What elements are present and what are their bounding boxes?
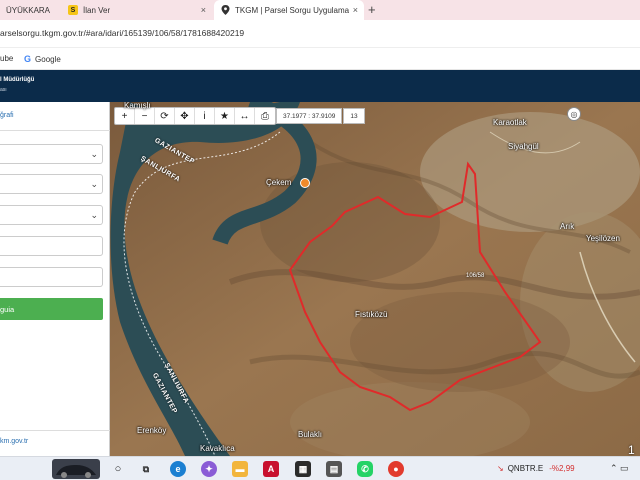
google-icon: G — [24, 54, 32, 64]
footer-link[interactable]: km.gov.tr — [0, 438, 28, 445]
bookmark-google[interactable]: G Google — [24, 54, 61, 64]
close-tab-icon[interactable]: × — [353, 5, 358, 15]
site-header: l Müdürlüğü ası — [0, 70, 640, 102]
bookmark-label: Google — [35, 54, 61, 64]
tab-label: İlan Ver — [83, 5, 111, 15]
system-tray[interactable]: ⌃ ▭ — [610, 463, 629, 474]
chevron-down-icon: ⌄ — [90, 179, 98, 189]
place-label: Arık — [560, 222, 575, 231]
screen: ÜYÜKKARA S İlan Ver × TKGM | Parsel Sorg… — [0, 0, 640, 480]
car-thumbnail-image[interactable] — [52, 459, 100, 479]
query-sidebar: ğrafi ⌄ ⌄ ⌄ guia km.gov.tr — [0, 102, 110, 456]
tab-ilan-ver[interactable]: S İlan Ver × — [62, 0, 212, 20]
district-select[interactable]: ⌄ — [0, 174, 103, 194]
chrome-icon[interactable]: ● — [388, 461, 404, 477]
refresh-button[interactable]: ⟳ — [155, 108, 175, 124]
address-bar[interactable]: arselsorgu.tkgm.gov.tr/#ara/idari/165139… — [0, 20, 640, 48]
place-label: Çekem — [266, 178, 292, 187]
bookmark-youtube[interactable]: ube — [0, 54, 13, 63]
windows-taskbar: ○ ⧉ e ✦ ▬ A ▦ ▤ ✆ ● ↘ QNBTR.E -%2,99 ⌃ ▭… — [0, 443, 640, 480]
new-tab-button[interactable]: + — [368, 2, 376, 17]
whatsapp-icon[interactable]: ✆ — [357, 461, 373, 477]
tab-label: TKGM | Parsel Sorgu Uygulama — [235, 5, 350, 15]
block-input[interactable] — [0, 236, 103, 256]
pdf-icon[interactable]: A — [263, 461, 279, 477]
pan-button[interactable]: ✥ — [175, 108, 195, 124]
store-icon[interactable]: ▦ — [295, 461, 311, 477]
header-subtitle: ası — [0, 87, 7, 93]
satellite-map[interactable]: + − ⟳ ✥ i ★ ↔ ⎙ 37.1977 : 37.9109 13 Kam… — [110, 102, 640, 456]
chevron-down-icon: ⌄ — [90, 210, 98, 220]
terrain-imagery — [110, 102, 640, 456]
stock-ticker-widget[interactable]: ↘ QNBTR.E -%2,99 — [497, 464, 575, 473]
chevron-down-icon: ⌄ — [90, 149, 98, 159]
neighborhood-select[interactable]: ⌄ — [0, 205, 103, 225]
bookmark-label: ube — [0, 54, 14, 63]
calendar-icon[interactable]: ▤ — [326, 461, 342, 477]
info-button[interactable]: i — [195, 108, 215, 124]
trend-down-icon: ↘ — [497, 464, 504, 473]
parcel-number-label: 106/58 — [466, 273, 485, 279]
bookmarks-bar: ube G Google — [0, 48, 640, 70]
sahibinden-icon: S — [68, 5, 78, 15]
tray-overlay-text: 1 — [628, 443, 635, 457]
sidebar-title[interactable]: ğrafi — [0, 112, 14, 119]
place-label: Bulaklı — [298, 430, 323, 439]
measure-button[interactable]: ↔ — [235, 108, 255, 124]
province-select[interactable]: ⌄ — [0, 144, 103, 164]
url-text[interactable]: arselsorgu.tkgm.gov.tr/#ara/idari/165139… — [0, 28, 244, 38]
header-title: l Müdürlüğü — [0, 77, 35, 83]
search-icon[interactable]: ○ — [110, 461, 126, 477]
divider — [0, 130, 110, 131]
place-label: Kavaklıca — [200, 444, 235, 453]
tab-label: ÜYÜKKARA — [6, 5, 51, 15]
parcel-input[interactable] — [0, 267, 103, 287]
close-tab-icon[interactable]: × — [201, 5, 206, 15]
place-label: Yeşilözen — [586, 234, 620, 243]
coordinate-readout: 37.1977 : 37.9109 — [276, 108, 343, 124]
print-button[interactable]: ⎙ — [255, 108, 275, 124]
query-button[interactable]: guia — [0, 298, 103, 320]
place-label: Fıstıközü — [355, 310, 388, 319]
zoom-in-button[interactable]: + — [115, 108, 135, 124]
place-label: Siyahgül — [508, 142, 539, 151]
edge-icon[interactable]: e — [170, 461, 186, 477]
place-label: Kamışlı — [124, 102, 151, 110]
favorite-button[interactable]: ★ — [215, 108, 235, 124]
tab-tkgm[interactable]: TKGM | Parsel Sorgu Uygulama × — [214, 0, 364, 20]
tab-buyukkara[interactable]: ÜYÜKKARA — [0, 0, 62, 20]
task-view-icon[interactable]: ⧉ — [138, 461, 154, 477]
ticker-change: -%2,99 — [549, 464, 575, 473]
place-label: Erenköy — [137, 426, 167, 435]
zoom-out-button[interactable]: − — [135, 108, 155, 124]
folder-icon[interactable]: ▬ — [232, 461, 248, 477]
copilot-icon[interactable]: ✦ — [201, 461, 217, 477]
zoom-level: 13 — [343, 108, 365, 124]
divider — [0, 430, 110, 431]
location-pin-icon — [220, 5, 230, 15]
place-label: Karaotlak — [493, 118, 527, 127]
place-marker-icon[interactable] — [300, 178, 310, 188]
ticker-symbol: QNBTR.E — [507, 464, 544, 473]
browser-tab-strip: ÜYÜKKARA S İlan Ver × TKGM | Parsel Sorg… — [0, 0, 640, 20]
locate-icon[interactable]: ◎ — [567, 107, 581, 121]
